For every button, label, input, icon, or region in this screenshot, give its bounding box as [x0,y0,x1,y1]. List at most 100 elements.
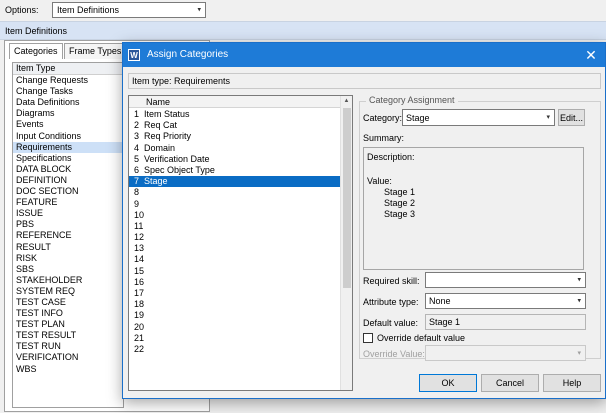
item-type-value: Requirements [174,76,231,86]
list-item[interactable]: TEST INFO [13,308,123,319]
row-name: Req Priority [144,131,192,142]
row-name: Spec Object Type [144,164,215,175]
list-item[interactable]: 13 [129,243,341,254]
section-header: Item Definitions [0,21,606,40]
list-item[interactable]: 6 Spec Object Type [129,165,341,176]
list-item[interactable]: 3 Req Priority [129,131,341,142]
list-item[interactable]: 21 [129,333,341,344]
list-item[interactable]: DATA BLOCK [13,164,123,175]
chevron-down-icon: ▾ [546,113,550,121]
cancel-button[interactable]: Cancel [481,374,539,392]
tab-frame-types[interactable]: Frame Types [64,43,127,59]
row-name: Domain [144,142,176,153]
required-skill-dropdown[interactable]: ▾ [425,272,586,288]
word-logo-icon: W [128,49,140,61]
row-name: Stage [144,176,168,187]
list-item[interactable]: VERIFICATION [13,352,123,363]
list-item[interactable]: STAKEHOLDER [13,275,123,286]
list-item[interactable]: DEFINITION [13,175,123,186]
value-label: Value: [367,176,392,186]
list-item[interactable]: 2 Req Cat [129,120,341,131]
list-item[interactable]: 14 [129,254,341,265]
edit-button[interactable]: Edit... [558,109,585,126]
value-item: Stage 2 [384,198,416,208]
list-item[interactable]: 8 [129,187,341,198]
list-item[interactable]: RESULT [13,242,123,253]
list-item[interactable]: Change Requests [13,75,123,86]
help-button[interactable]: Help [543,374,601,392]
scroll-thumb[interactable] [343,108,351,288]
row-number: 15 [134,265,145,276]
list-item[interactable]: TEST RESULT [13,330,123,341]
list-item[interactable]: 4 Domain [129,143,341,154]
override-value-label: Override Value: [363,349,425,359]
close-icon[interactable]: ✕ [583,46,599,64]
row-number: 14 [134,254,145,265]
list-item[interactable]: RISK [13,253,123,264]
list-item[interactable]: 16 [129,277,341,288]
row-number: 19 [134,310,145,321]
summary-label: Summary: [363,133,405,143]
list-item[interactable]: SYSTEM REQ [13,286,123,297]
list-item[interactable]: 1 Item Status [129,109,341,120]
default-value: Stage 1 [429,317,461,327]
list-item[interactable]: Requirements [13,141,123,153]
row-name: Item Status [144,109,190,119]
list-item[interactable]: SBS [13,264,123,275]
attribute-type-value: None [429,296,451,306]
list-item[interactable]: 15 [129,266,341,277]
list-header: Item Type [13,63,123,76]
list-item[interactable]: PBS [13,219,123,230]
list-item[interactable]: 22 [129,344,341,355]
row-number: 7 [134,176,140,187]
row-number: 8 [134,187,140,198]
scroll-up-icon[interactable]: ▲ [341,96,352,106]
list-item[interactable]: TEST RUN [13,341,123,352]
row-number: 1 [134,109,140,119]
list-item[interactable]: Specifications [13,153,123,164]
list-item[interactable]: 7 Stage [129,176,341,188]
list-item[interactable]: WBS [13,364,123,375]
list-item[interactable]: Change Tasks [13,86,123,97]
list-item[interactable]: DOC SECTION [13,186,123,197]
list-item[interactable]: 11 [129,221,341,232]
row-number: 10 [134,209,145,220]
list-item[interactable]: 9 [129,199,341,210]
category-name-list[interactable]: Name 1 Item Status 2 Req Cat 3 Req Priority 4 D… [128,95,353,391]
list-item[interactable]: 10 [129,210,341,221]
row-name: Req Cat [144,120,178,131]
list-item[interactable]: 17 [129,288,341,299]
override-checkbox[interactable] [363,333,373,343]
category-dropdown[interactable]: Stage ▾ [402,109,555,126]
list-item[interactable]: FEATURE [13,197,123,208]
list-item[interactable]: Events [13,119,123,130]
ok-button[interactable]: OK [419,374,477,392]
required-skill-label: Required skill: [363,276,420,286]
row-number: 21 [134,332,145,343]
row-name: Verification Date [144,153,210,164]
list-item[interactable]: ISSUE [13,208,123,219]
row-number: 17 [134,288,145,298]
list-item[interactable]: 18 [129,299,341,310]
list-item[interactable]: REFERENCE [13,230,123,241]
list-item[interactable]: 19 [129,310,341,321]
list-item[interactable]: 5 Verification Date [129,154,341,165]
list-item[interactable]: Data Definitions [13,97,123,108]
list-item[interactable]: Diagrams [13,108,123,119]
list-scrollbar[interactable]: ▲ [340,96,352,390]
chevron-down-icon: ▾ [577,276,581,284]
list-item[interactable]: 12 [129,232,341,243]
list-item[interactable]: 20 [129,322,341,333]
list-item[interactable]: TEST PLAN [13,319,123,330]
attribute-type-dropdown[interactable]: None ▾ [425,293,586,309]
list-item[interactable]: TEST CASE [13,297,123,308]
options-dropdown[interactable]: Item Definitions ▾ [52,2,206,18]
dialog-title-bar[interactable]: W Assign Categories ✕ [123,43,605,67]
attribute-type-label: Attribute type: [363,297,419,307]
item-type-list[interactable]: Item Type Change Requests Change Tasks Data… [12,62,124,408]
tab-categories[interactable]: Categories [9,43,63,59]
override-value-dropdown: ▾ [425,345,586,361]
row-number: 4 [134,142,140,153]
list-item[interactable]: Input Conditions [13,131,123,142]
override-checkbox-label[interactable]: Override default value [377,333,465,343]
